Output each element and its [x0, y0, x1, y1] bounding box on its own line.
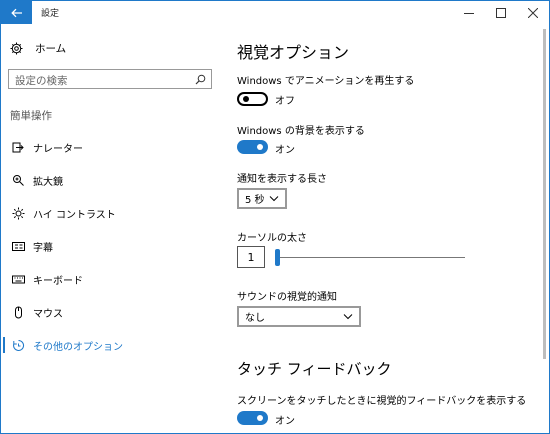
touch-feedback-state: オン — [275, 416, 295, 427]
touch-feedback-heading: タッチ フィードバック — [237, 360, 392, 378]
sidebar-item-other-options[interactable]: その他のオプション — [1, 335, 219, 355]
sidebar-item-narrator[interactable]: ナレーター — [1, 137, 219, 157]
search-placeholder: 設定の検索 — [15, 75, 68, 87]
back-arrow-icon — [10, 8, 22, 17]
animations-state: オフ — [275, 96, 295, 107]
animations-toggle[interactable] — [237, 92, 268, 106]
minimize-icon — [464, 12, 474, 14]
visual-notification-dropdown[interactable]: なし — [237, 306, 361, 327]
scrollbar[interactable] — [543, 29, 546, 359]
slider-thumb[interactable] — [275, 249, 280, 266]
high-contrast-icon — [11, 206, 25, 220]
back-button[interactable] — [1, 1, 32, 24]
toggle-knob — [257, 415, 263, 421]
magnifier-icon — [11, 173, 25, 187]
cursor-thickness-label: カーソルの太さ — [237, 233, 307, 244]
sidebar-item-label: 字幕 — [33, 243, 53, 254]
dropdown-value: なし — [245, 313, 265, 324]
chevron-down-icon — [269, 196, 279, 202]
close-icon — [528, 7, 538, 18]
toggle-knob — [243, 96, 249, 102]
cursor-thickness-number: 1 — [247, 250, 255, 264]
title-bar: 設定 — [1, 1, 549, 24]
home-label: ホーム — [35, 42, 67, 55]
sidebar-item-label: マウス — [33, 309, 63, 320]
selection-indicator — [3, 337, 5, 353]
sidebar-item-closed-captions[interactable]: 字幕 — [1, 236, 219, 256]
section-label-ease-of-access: 簡単操作 — [10, 110, 52, 122]
home-nav-item[interactable]: ホーム — [10, 40, 66, 56]
sidebar-item-label: ハイ コントラスト — [33, 210, 116, 221]
page-title: 視覚オプション — [237, 43, 350, 62]
minimize-button[interactable] — [453, 1, 485, 24]
sidebar-item-label: キーボード — [33, 276, 83, 287]
notification-duration-dropdown[interactable]: 5 秒 — [237, 188, 287, 209]
gear-icon — [10, 42, 23, 54]
dropdown-value: 5 秒 — [245, 195, 265, 206]
other-options-icon — [11, 338, 25, 352]
closed-captions-icon — [11, 239, 25, 253]
close-button[interactable] — [517, 1, 549, 24]
cursor-thickness-value: 1 — [237, 246, 265, 268]
sidebar-item-label: その他のオプション — [33, 342, 123, 353]
touch-feedback-toggle[interactable] — [237, 411, 268, 425]
settings-window: 設定 ホーム 設定の検索 簡単操作 ナレーター 拡大鏡 ハイ コントラスト 字幕… — [0, 0, 550, 434]
sidebar-item-label: 拡大鏡 — [33, 177, 63, 188]
touch-feedback-label: スクリーンをタッチしたときに視覚的フィードバックを表示する — [237, 396, 527, 407]
maximize-icon — [496, 7, 506, 18]
notifications-label: 通知を表示する長さ — [237, 174, 327, 185]
background-state: オン — [275, 145, 295, 156]
toggle-knob — [257, 144, 263, 150]
mouse-icon — [11, 305, 25, 319]
background-toggle[interactable] — [237, 140, 268, 154]
narrator-icon — [11, 140, 25, 154]
keyboard-icon — [11, 272, 25, 286]
sidebar-item-magnifier[interactable]: 拡大鏡 — [1, 170, 219, 190]
maximize-button[interactable] — [485, 1, 517, 24]
chevron-down-icon — [343, 314, 353, 320]
settings-search-input[interactable]: 設定の検索 — [8, 69, 212, 89]
cursor-thickness-slider[interactable] — [275, 257, 465, 258]
sidebar-item-keyboard[interactable]: キーボード — [1, 269, 219, 289]
animations-label: Windows でアニメーションを再生する — [237, 76, 415, 87]
sound-label: サウンドの視覚的通知 — [237, 292, 337, 303]
background-label: Windows の背景を表示する — [237, 126, 365, 137]
search-icon — [195, 74, 206, 85]
sidebar-item-label: ナレーター — [33, 144, 83, 155]
sidebar-item-mouse[interactable]: マウス — [1, 302, 219, 322]
window-title: 設定 — [41, 9, 60, 19]
sidebar: ホーム 設定の検索 簡単操作 ナレーター 拡大鏡 ハイ コントラスト 字幕 キー… — [1, 24, 219, 433]
sidebar-item-high-contrast[interactable]: ハイ コントラスト — [1, 203, 219, 223]
